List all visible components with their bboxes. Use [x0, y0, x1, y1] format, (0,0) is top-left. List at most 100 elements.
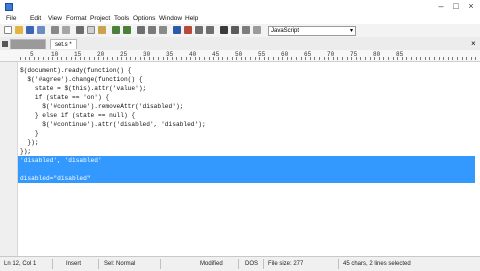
menu-format[interactable]: Format: [66, 15, 87, 23]
word-wrap-icon[interactable]: [173, 26, 181, 34]
ruler-tick: [411, 57, 412, 60]
tab-other-file[interactable]: [10, 39, 46, 49]
ruler-tick: [278, 57, 279, 60]
macro-icon[interactable]: [242, 26, 250, 34]
ruler-tick: [48, 57, 49, 60]
ruler-tick: [29, 57, 30, 60]
indent-icon[interactable]: [195, 26, 203, 34]
menu-view[interactable]: View: [48, 15, 62, 23]
ruler-tick: [25, 57, 26, 60]
tab-bar: set.s * ×: [0, 37, 480, 51]
ruler-tick: [402, 57, 403, 60]
ruler-tick: [429, 57, 430, 60]
ruler-tick: [149, 57, 150, 60]
code-line: 'disabled', 'disabled': [20, 157, 102, 164]
line-ending-format: DOS: [245, 261, 259, 267]
ruler-icon[interactable]: [220, 26, 228, 34]
ruler-tick: [209, 57, 210, 60]
ruler-tick: [255, 57, 256, 60]
menu-edit[interactable]: Edit: [30, 15, 41, 23]
close-icon[interactable]: ×: [464, 1, 478, 12]
ruler-tick: [452, 57, 453, 60]
settings-icon[interactable]: [253, 26, 261, 34]
menu-help[interactable]: Help: [185, 15, 198, 23]
ruler-tick: [301, 57, 302, 60]
ruler-tick: [190, 57, 191, 60]
menu-tools[interactable]: Tools: [114, 15, 129, 23]
ruler-tick: [370, 57, 371, 60]
ruler-tick: [172, 57, 173, 60]
ruler-tick: [158, 57, 159, 60]
menu-window[interactable]: Window: [159, 15, 182, 23]
ruler-tick: [466, 57, 467, 60]
maximize-icon[interactable]: □: [449, 1, 463, 12]
ruler-tick: [144, 57, 145, 60]
ruler-tick: [222, 57, 223, 60]
ruler-tick: [324, 57, 325, 60]
divider: [338, 259, 339, 269]
ruler-tick: [273, 57, 274, 60]
ruler-tick: [176, 57, 177, 60]
ruler-tick: [383, 57, 384, 60]
undo-icon[interactable]: [112, 26, 120, 34]
menu-project[interactable]: Project: [90, 15, 110, 23]
save-all-icon[interactable]: [37, 26, 45, 34]
ruler-tick: [66, 57, 67, 60]
ruler-tick: [393, 57, 394, 60]
ruler-tick: [360, 57, 361, 60]
ruler-tick: [333, 57, 334, 60]
code-line: } else if (state == null) {: [20, 112, 136, 119]
tab-close-icon[interactable]: ×: [471, 40, 476, 48]
file-size: File size: 277: [268, 261, 304, 267]
ruler-tick: [218, 57, 219, 60]
ruler-tick: [61, 57, 62, 60]
ruler-tick: [38, 57, 39, 60]
language-select-value: JavaScript: [271, 28, 300, 34]
ruler-tick: [186, 57, 187, 60]
bookmark-icon[interactable]: [184, 26, 192, 34]
divider: [238, 259, 239, 269]
minimize-icon[interactable]: –: [434, 1, 448, 12]
ruler-tick: [406, 57, 407, 60]
new-file-icon[interactable]: [4, 26, 12, 34]
code-line: $('#continue').removeAttr('disabled');: [20, 103, 184, 110]
ruler-tick: [425, 57, 426, 60]
print-icon[interactable]: [51, 26, 59, 34]
code-editor[interactable]: $(document).ready(function() { $('#agree…: [18, 62, 480, 256]
cut-icon[interactable]: [76, 26, 84, 34]
open-folder-icon[interactable]: [15, 26, 23, 34]
tab-scroll-left-icon[interactable]: [2, 41, 8, 47]
divider: [98, 259, 99, 269]
save-icon[interactable]: [26, 26, 34, 34]
find-next-icon[interactable]: [148, 26, 156, 34]
paste-icon[interactable]: [98, 26, 106, 34]
menu-options[interactable]: Options: [133, 15, 155, 23]
print-preview-icon[interactable]: [62, 26, 70, 34]
ruler-tick: [250, 57, 251, 60]
ruler-tick: [351, 57, 352, 60]
divider: [52, 259, 53, 269]
outdent-icon[interactable]: [206, 26, 214, 34]
replace-icon[interactable]: [159, 26, 167, 34]
code-line: state = $(this).attr('value');: [20, 85, 147, 92]
code-line: $('#agree').change(function() {: [20, 76, 143, 83]
find-icon[interactable]: [137, 26, 145, 34]
ruler-tick: [107, 57, 108, 60]
divider: [263, 259, 264, 269]
ruler-tick: [264, 57, 265, 60]
ruler-tick: [434, 57, 435, 60]
copy-icon[interactable]: [87, 26, 95, 34]
line-numbers-icon[interactable]: [231, 26, 239, 34]
language-select[interactable]: JavaScript ▾: [268, 26, 356, 36]
ruler-tick: [342, 57, 343, 60]
ruler-tick: [245, 57, 246, 60]
ruler-tick: [388, 57, 389, 60]
app-icon: [5, 3, 13, 11]
redo-icon[interactable]: [123, 26, 131, 34]
tab-set-s[interactable]: set.s *: [50, 39, 77, 49]
menu-file[interactable]: File: [6, 15, 16, 23]
ruler-tick: [232, 57, 233, 60]
code-line: });: [20, 148, 32, 155]
ruler-tick: [259, 57, 260, 60]
ruler-tick: [319, 57, 320, 60]
